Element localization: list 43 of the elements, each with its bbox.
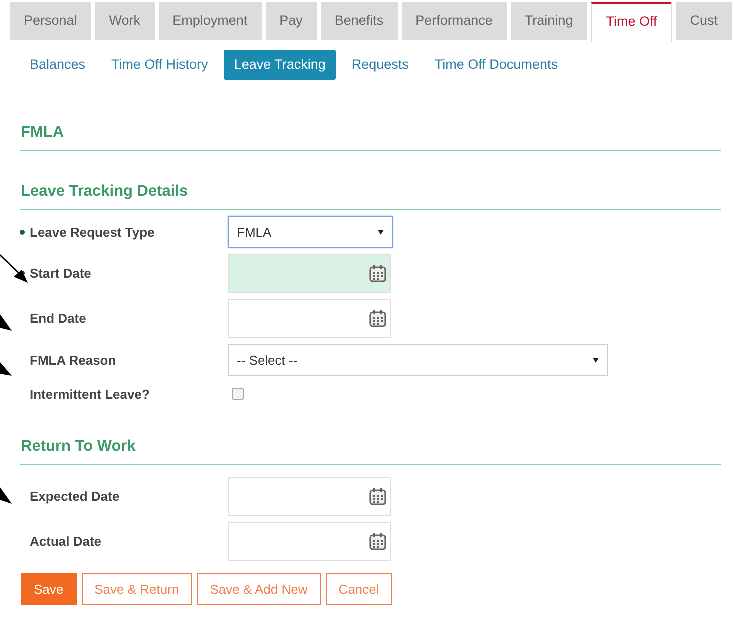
section-heading: Return To Work bbox=[20, 406, 721, 465]
field-label: Intermittent Leave? bbox=[30, 386, 150, 402]
sub-tab[interactable]: Leave Tracking bbox=[224, 50, 336, 80]
tab[interactable]: Cust bbox=[676, 2, 732, 40]
date-field[interactable] bbox=[228, 299, 391, 338]
date-field[interactable] bbox=[228, 522, 391, 561]
section-heading: Leave Tracking Details bbox=[20, 151, 721, 210]
annotation-arrowhead bbox=[0, 487, 13, 505]
field-label: FMLA Reason bbox=[30, 352, 116, 368]
sub-tab[interactable]: Time Off Documents bbox=[424, 50, 568, 80]
section-heading: FMLA bbox=[20, 80, 721, 151]
date-field[interactable] bbox=[228, 254, 391, 293]
field-label: Start Date bbox=[30, 266, 92, 281]
calendar-icon[interactable] bbox=[369, 488, 387, 506]
tab[interactable]: Time Off bbox=[591, 2, 672, 42]
field-label: Leave Request Type bbox=[30, 224, 155, 240]
annotation-arrow bbox=[0, 254, 29, 284]
tab[interactable]: Performance bbox=[402, 2, 507, 40]
field-label: End Date bbox=[30, 311, 86, 326]
action-button[interactable]: Save bbox=[21, 573, 77, 605]
dropdown[interactable]: -- Select -- bbox=[228, 344, 608, 376]
annotation-arrowhead bbox=[0, 314, 13, 332]
calendar-icon[interactable] bbox=[369, 532, 387, 550]
calendar-icon[interactable] bbox=[369, 310, 387, 328]
dropdown[interactable]: FMLA bbox=[228, 216, 393, 248]
tab[interactable]: Benefits bbox=[320, 2, 398, 40]
tab[interactable]: Work bbox=[95, 2, 155, 40]
tab[interactable]: Personal bbox=[10, 2, 92, 40]
sub-tab[interactable]: Balances bbox=[20, 50, 96, 80]
sub-tab[interactable]: Time Off History bbox=[102, 50, 218, 80]
field-label: Expected Date bbox=[30, 489, 120, 504]
date-field[interactable] bbox=[228, 477, 391, 516]
action-button[interactable]: Save & Add New bbox=[197, 573, 321, 605]
action-button[interactable]: Cancel bbox=[326, 573, 392, 605]
tab[interactable]: Employment bbox=[158, 2, 262, 40]
checkbox[interactable] bbox=[232, 388, 244, 400]
annotation-arrowhead bbox=[0, 362, 13, 377]
sub-tab[interactable]: Requests bbox=[342, 50, 419, 80]
action-button[interactable]: Save & Return bbox=[82, 573, 192, 605]
calendar-icon[interactable] bbox=[369, 264, 387, 282]
tab[interactable]: Training bbox=[510, 2, 588, 40]
tab[interactable]: Pay bbox=[266, 2, 317, 40]
field-label: Actual Date bbox=[30, 534, 102, 549]
